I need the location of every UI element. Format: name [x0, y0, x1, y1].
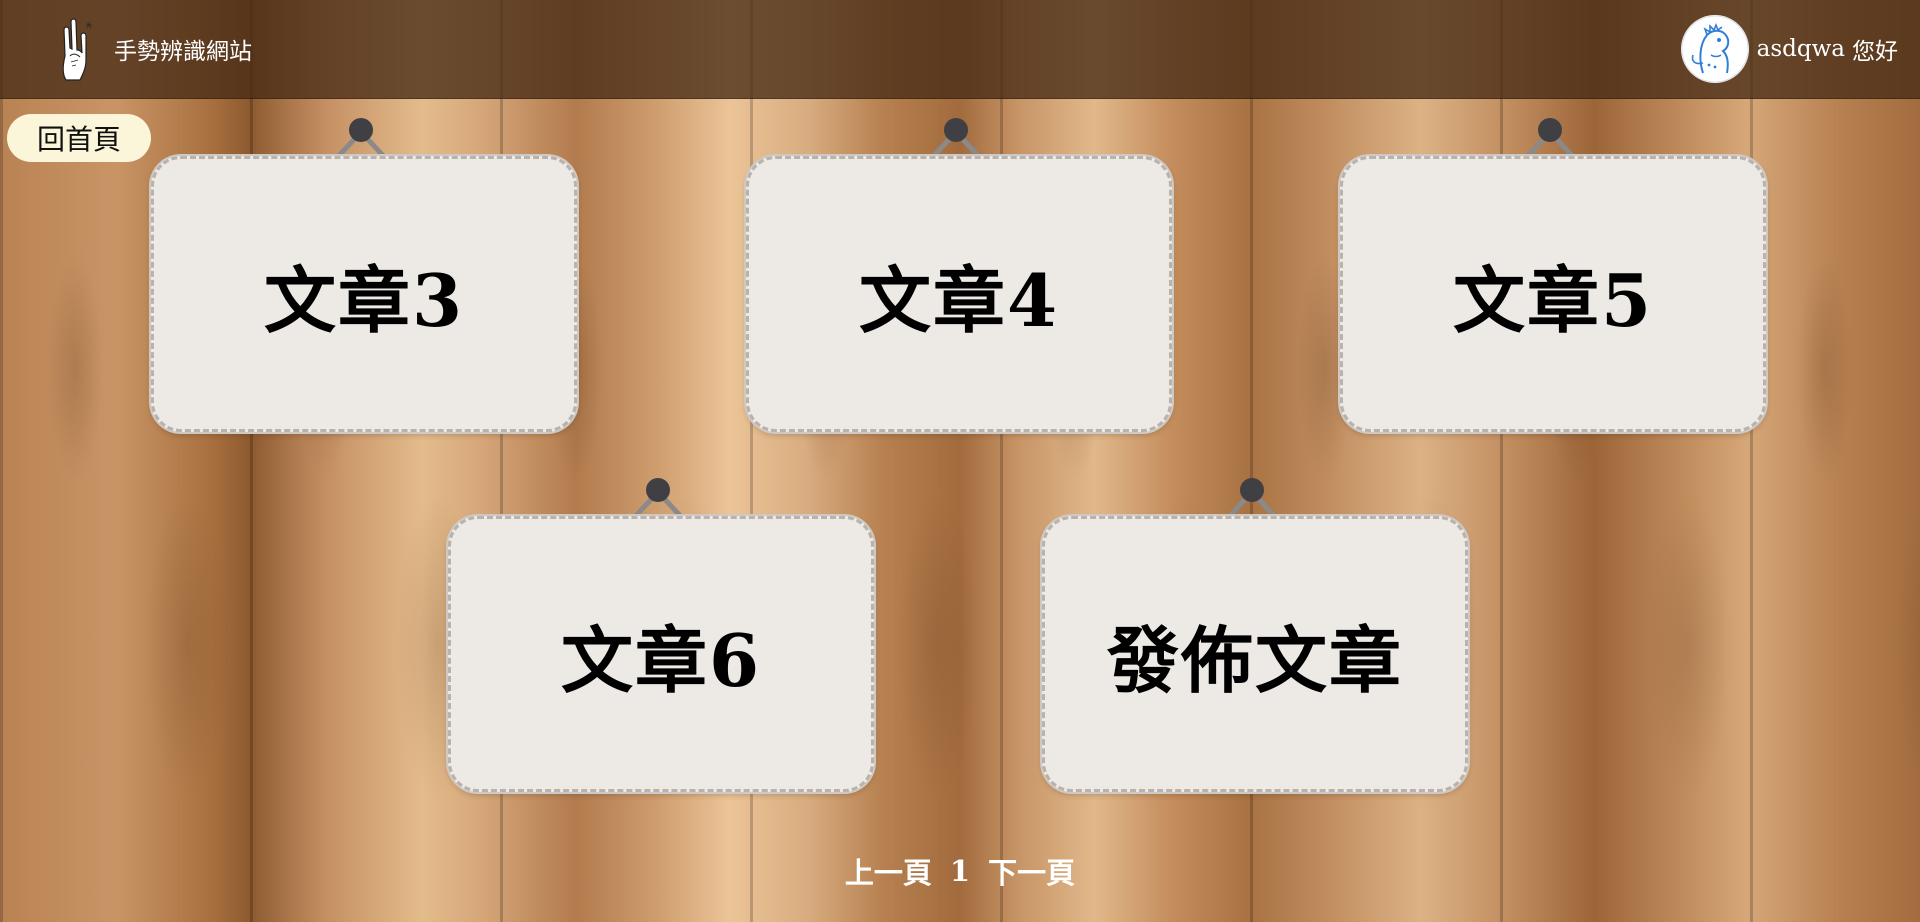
article-card[interactable]: 文章3: [151, 118, 577, 432]
article-card[interactable]: 文章6: [448, 478, 874, 792]
prev-page-link[interactable]: 上一頁: [845, 850, 932, 892]
home-button[interactable]: 回首頁: [7, 114, 151, 162]
username[interactable]: asdqwa: [1757, 36, 1845, 62]
card-board: 文章6: [448, 516, 874, 792]
pagination: 上一頁 1 下一頁: [0, 850, 1920, 892]
site-title: 手勢辨識網站: [114, 39, 252, 65]
rock-hand-gesture-icon: 秀: [62, 18, 92, 81]
card-title: 文章5: [1452, 257, 1654, 343]
card-title: 發佈文章: [1106, 617, 1403, 703]
card-board: 發佈文章: [1042, 516, 1468, 792]
card-title: 文章6: [560, 617, 762, 703]
user-greeting: asdqwa 您好: [1757, 32, 1898, 66]
svg-text:秀: 秀: [86, 22, 92, 30]
current-page-number: 1: [949, 854, 971, 888]
card-title: 文章3: [263, 257, 465, 343]
site-logo-link[interactable]: 秀 手勢辨識網站: [56, 14, 252, 84]
card-board: 文章5: [1340, 156, 1766, 432]
dinosaur-avatar-icon[interactable]: [1680, 15, 1749, 83]
article-card[interactable]: 文章5: [1340, 118, 1766, 432]
article-card[interactable]: 文章4: [746, 118, 1172, 432]
card-board: 文章3: [151, 156, 577, 432]
next-page-link[interactable]: 下一頁: [988, 850, 1075, 892]
card-board: 文章4: [746, 156, 1172, 432]
publish-article-card[interactable]: 發佈文章: [1042, 478, 1468, 792]
card-title: 文章4: [858, 257, 1060, 343]
top-navbar: 秀 手勢辨識網站 asdqwa 您好: [0, 0, 1920, 99]
user-area: asdqwa 您好: [1680, 15, 1898, 83]
greeting-text: 您好: [1852, 39, 1898, 65]
